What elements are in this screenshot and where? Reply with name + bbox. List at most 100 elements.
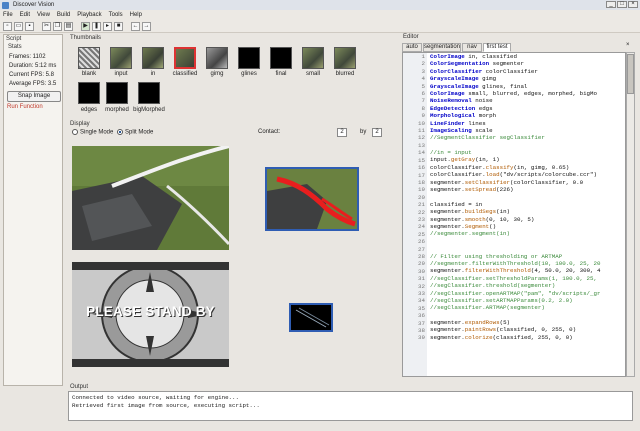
line-number: 4 [421, 75, 425, 83]
thumb-edges[interactable] [78, 82, 100, 104]
thumb-caption-small: small [305, 71, 320, 77]
split-mode-radio-dot[interactable] [117, 129, 123, 135]
split-mode-label: Split Mode [125, 129, 154, 136]
stat-frames: Frames: 1102 [9, 54, 46, 60]
code-line: LineFinder lines [430, 119, 486, 127]
forward-arrow-icon[interactable]: → [142, 21, 151, 31]
line-number: 14 [418, 149, 425, 157]
code-line: segmenter.buildSegs(in) [430, 208, 511, 216]
thumb-blank[interactable] [78, 47, 100, 69]
menu-file[interactable]: File [3, 12, 13, 18]
line-number: 38 [418, 327, 425, 335]
display-label: Display [70, 121, 90, 127]
contact-cols-spinner[interactable]: 2 [372, 128, 382, 137]
code-line: ColorSegmentation segmenter [430, 60, 524, 68]
play-icon[interactable]: ▶ [81, 21, 90, 31]
menu-edit[interactable]: Edit [20, 12, 30, 18]
minimize-icon[interactable]: _ [606, 1, 616, 8]
contact-rows-spinner[interactable]: 2 [337, 128, 347, 137]
window-title: Discover Vision [13, 2, 55, 8]
output-console[interactable]: Connected to video source, waiting for e… [68, 391, 633, 421]
code-line: segmenter.filterWithThreshold(4, 50.0, 2… [430, 267, 601, 275]
edge-lines [295, 307, 330, 328]
title-bar: Discover Vision _ □ × [0, 0, 640, 10]
editor-vertical-scrollbar[interactable] [626, 52, 635, 377]
run-function-link[interactable]: Run Function [7, 104, 43, 110]
new-file-icon[interactable]: ▫ [3, 21, 12, 31]
line-number: 1 [421, 53, 425, 60]
thumb-glines[interactable] [238, 47, 260, 69]
tab-auto[interactable]: auto [402, 43, 422, 52]
step-icon[interactable]: ▸ [103, 21, 112, 31]
line-number: 5 [421, 82, 425, 90]
close-icon[interactable]: × [628, 1, 638, 8]
code-line: segmenter.colorize(classified, 255, 0, 0… [430, 333, 573, 341]
thumb-gimg[interactable] [206, 47, 228, 69]
tab-segmentation[interactable]: segmentation [423, 43, 461, 52]
thumb-in[interactable] [142, 47, 164, 69]
menu-tools[interactable]: Tools [109, 12, 123, 18]
line-number: 28 [418, 252, 425, 260]
code-line: EdgeDetection edgs [430, 104, 493, 112]
classified-scene [267, 169, 357, 229]
code-lines: ColorImage in, classified ColorSegmentati… [430, 53, 625, 341]
line-number: 13 [418, 141, 425, 149]
single-mode-radio-dot[interactable] [72, 129, 78, 135]
pause-icon[interactable]: ❚ [92, 21, 101, 31]
save-icon[interactable]: ▪ [25, 21, 34, 31]
thumb-blurred[interactable] [334, 47, 356, 69]
thumb-classified[interactable] [174, 47, 196, 69]
line-number: 24 [418, 223, 425, 231]
split-mode-radio[interactable]: Split Mode [117, 129, 153, 136]
menu-view[interactable]: View [37, 12, 50, 18]
thumb-bigmorphed[interactable] [138, 82, 160, 104]
script-panel: Script Stats Frames: 1102 Duration: 5:12… [3, 34, 63, 386]
contact-label: Contact: [258, 129, 281, 135]
menu-build[interactable]: Build [57, 12, 70, 18]
app-icon [2, 1, 9, 9]
back-arrow-icon[interactable]: ← [131, 21, 140, 31]
thumb-caption-blank: blank [81, 71, 97, 77]
tab-first-test[interactable]: first test [483, 43, 511, 52]
line-number: 27 [418, 245, 425, 253]
editor-scroll-thumb[interactable] [627, 54, 634, 94]
output-line: Retrieved first image from source, execu… [72, 402, 260, 409]
copy-icon[interactable]: ❐ [53, 21, 62, 31]
single-mode-label: Single Mode [80, 129, 114, 136]
tab-nav[interactable]: nav [462, 43, 482, 52]
cut-icon[interactable]: ✂ [42, 21, 51, 31]
open-folder-icon[interactable]: ▭ [14, 21, 23, 31]
code-line: segmenter.setClassifier(colorClassifier,… [430, 178, 584, 186]
thumb-final[interactable] [270, 47, 292, 69]
editor-label: Editor [403, 34, 419, 40]
single-mode-radio[interactable]: Single Mode [72, 129, 113, 136]
thumb-caption-bigmorphed: bigMorphed [133, 107, 165, 113]
code-line: segmenter.smooth(0, 10, 30, 5) [430, 215, 535, 223]
tab-close-icon[interactable]: × [626, 42, 630, 48]
code-line: // Filter using thresholding or ARTMAP [430, 252, 563, 260]
thumb-input[interactable] [110, 47, 132, 69]
output-line: Connected to video source, waiting for e… [72, 394, 239, 401]
stop-icon[interactable]: ■ [114, 21, 123, 31]
line-number: 2 [421, 60, 425, 68]
thumb-caption-classified: classified [172, 71, 198, 77]
line-number: 22 [418, 208, 425, 216]
paste-icon[interactable]: ▤ [64, 21, 73, 31]
snap-image-button[interactable]: Snap Image [7, 91, 61, 102]
code-line: //segClassifier.ARTMAP(segmenter) [430, 304, 545, 312]
maximize-icon[interactable]: □ [617, 1, 627, 8]
line-number: 26 [418, 238, 425, 246]
line-number: 39 [418, 334, 425, 342]
script-label: Script [6, 36, 22, 42]
code-editor[interactable]: 1 2 3 4 5 6 7 8 9 10 11 12 13 14 15 16 17 18 19 20 21 22 23 24 2… [402, 52, 626, 377]
line-number: 18 [418, 178, 425, 186]
thumb-caption-blurred: blurred [335, 71, 355, 77]
menu-playback[interactable]: Playback [77, 12, 101, 18]
thumb-small[interactable] [302, 47, 324, 69]
code-line: //segClassifier.openARTMAP("pam", "dv/sc… [430, 289, 601, 297]
menu-help[interactable]: Help [130, 12, 142, 18]
thumb-morphed[interactable] [106, 82, 128, 104]
line-number: 10 [418, 119, 425, 127]
